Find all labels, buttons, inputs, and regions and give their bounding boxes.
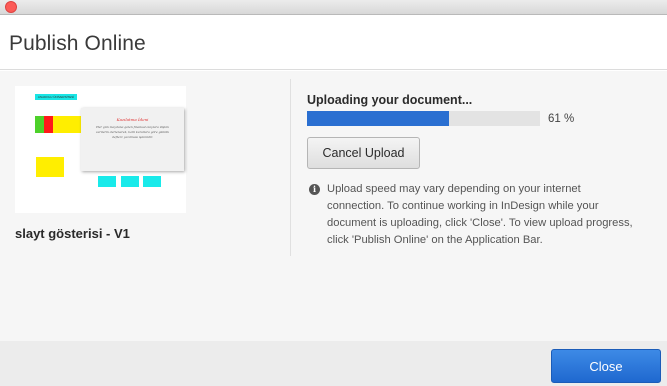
thumbnail-cyan-block-1 xyxy=(98,176,116,187)
upload-progress-percent: 61 % xyxy=(548,113,575,125)
close-button[interactable]: Close xyxy=(551,349,661,383)
vertical-divider xyxy=(290,79,291,256)
window-titlebar xyxy=(0,0,667,15)
thumbnail-cyan-block-2 xyxy=(121,176,139,187)
thumbnail-card-title: Kazılatma İdeni xyxy=(116,117,149,122)
thumbnail-cyan-block-3 xyxy=(143,176,161,187)
document-name: slayt gösterisi - V1 xyxy=(15,226,130,241)
thumbnail-red-block xyxy=(44,116,53,133)
upload-progress-bar xyxy=(307,111,540,126)
dialog-header: Publish Online xyxy=(0,16,667,70)
info-icon: i xyxy=(309,184,320,195)
window-close-icon[interactable] xyxy=(5,1,17,13)
upload-info-text: Upload speed may vary depending on your … xyxy=(327,183,633,246)
dialog-title: Publish Online xyxy=(9,32,146,55)
cancel-upload-button[interactable]: Cancel Upload xyxy=(307,137,420,169)
document-thumbnail: ANADOLU ÜNİVERSİTESİ Kazılatma İdeni Her… xyxy=(15,86,186,213)
upload-status: Uploading your document... xyxy=(307,93,473,107)
thumbnail-green-block xyxy=(35,116,44,133)
upload-progress-fill xyxy=(307,111,450,126)
thumbnail-card-body: Her gün meydana gelen finansal olaylara … xyxy=(95,125,170,139)
thumbnail-card: Kazılatma İdeni Her gün meydana gelen fi… xyxy=(81,108,184,171)
thumbnail-label: ANADOLU ÜNİVERSİTESİ xyxy=(35,94,77,100)
dialog-footer: Close xyxy=(0,341,667,386)
thumbnail-yellow-block-2 xyxy=(36,157,64,177)
dialog-content: ANADOLU ÜNİVERSİTESİ Kazılatma İdeni Her… xyxy=(0,71,667,341)
